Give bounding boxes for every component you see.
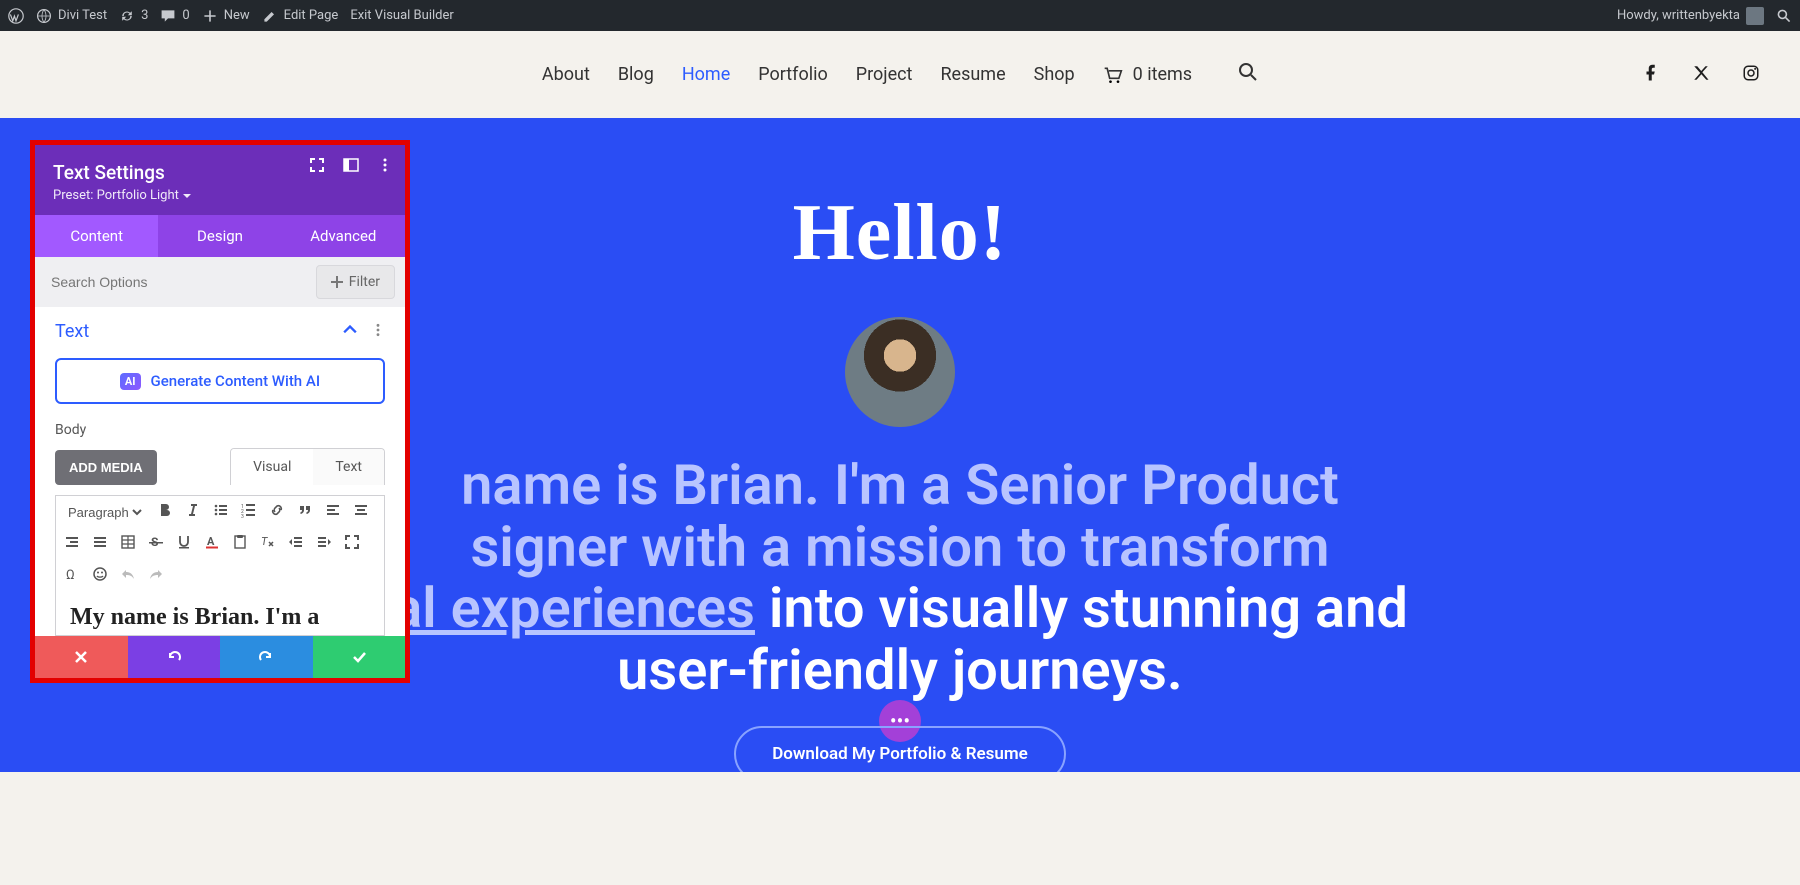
- wp-logo[interactable]: [8, 8, 24, 24]
- intro-underline: al experiences: [392, 575, 755, 641]
- svg-text:3: 3: [241, 514, 244, 518]
- search-row: Filter: [35, 257, 405, 307]
- number-list-icon[interactable]: 123: [241, 502, 257, 522]
- strike-icon[interactable]: S: [148, 534, 164, 554]
- panel-tabs: Content Design Advanced: [35, 215, 405, 257]
- x-twitter-icon[interactable]: [1692, 64, 1710, 86]
- panel-header[interactable]: Text Settings Preset: Portfolio Light: [35, 145, 405, 215]
- undo-button[interactable]: [128, 636, 221, 678]
- editor-toolbar: Paragraph 123 S A T Ω: [55, 495, 385, 592]
- special-char-icon[interactable]: Ω: [64, 566, 80, 586]
- table-icon[interactable]: [120, 534, 136, 554]
- hero-intro-text[interactable]: name is Brian. I'm a Senior Product sign…: [300, 455, 1500, 701]
- caret-down-icon: [183, 192, 191, 200]
- plus-icon: [331, 276, 343, 288]
- site-header: About Blog Home Portfolio Project Resume…: [0, 31, 1800, 118]
- text-settings-panel: Text Settings Preset: Portfolio Light Co…: [30, 140, 410, 683]
- download-cta-button[interactable]: Download My Portfolio & Resume: [734, 726, 1066, 772]
- user-avatar-icon: [1746, 7, 1764, 25]
- collapse-icon[interactable]: [343, 323, 357, 341]
- text-color-icon[interactable]: A: [204, 534, 220, 554]
- wp-admin-bar: Divi Test 3 0 New Edit Page Exit Visual …: [0, 0, 1800, 31]
- edit-page-link[interactable]: Edit Page: [262, 8, 339, 24]
- intro-segment: signer with a mission to transform: [470, 514, 1329, 580]
- tab-advanced[interactable]: Advanced: [282, 215, 405, 257]
- nav-project[interactable]: Project: [856, 64, 913, 85]
- intro-segment: name is Brian. I'm a Senior Product: [461, 452, 1339, 518]
- underline-icon[interactable]: [176, 534, 192, 554]
- tab-content[interactable]: Content: [35, 215, 158, 257]
- svg-text:T: T: [261, 535, 268, 548]
- exit-visual-builder-link[interactable]: Exit Visual Builder: [350, 8, 453, 23]
- comments-indicator[interactable]: 0: [160, 8, 189, 24]
- facebook-icon[interactable]: [1642, 64, 1660, 86]
- filter-label: Filter: [349, 274, 380, 290]
- align-center-icon[interactable]: [353, 502, 369, 522]
- expand-icon[interactable]: [309, 157, 325, 177]
- search-options-input[interactable]: [35, 260, 306, 304]
- undo-icon[interactable]: [120, 566, 136, 586]
- fullscreen-icon[interactable]: [344, 534, 360, 554]
- snap-icon[interactable]: [343, 157, 359, 177]
- nav-home[interactable]: Home: [682, 64, 730, 85]
- paragraph-format-select[interactable]: Paragraph: [64, 504, 145, 521]
- align-justify-icon[interactable]: [92, 534, 108, 554]
- cart-icon: [1103, 66, 1123, 84]
- redo-button[interactable]: [220, 636, 313, 678]
- nav-about[interactable]: About: [542, 64, 590, 85]
- howdy-user[interactable]: Howdy, writtenbyekta: [1617, 7, 1764, 25]
- nav-resume[interactable]: Resume: [940, 64, 1005, 85]
- svg-text:A: A: [207, 535, 215, 548]
- primary-nav: About Blog Home Portfolio Project Resume…: [542, 62, 1258, 87]
- hero-greeting: Hello!: [793, 188, 1008, 279]
- outdent-icon[interactable]: [288, 534, 304, 554]
- italic-icon[interactable]: [185, 502, 201, 522]
- panel-footer: [35, 636, 405, 678]
- redo-icon[interactable]: [148, 566, 164, 586]
- emoji-icon[interactable]: [92, 566, 108, 586]
- kebab-menu-icon[interactable]: [377, 157, 393, 177]
- save-button[interactable]: [313, 636, 406, 678]
- bullet-list-icon[interactable]: [213, 502, 229, 522]
- section-title-text[interactable]: Text: [55, 321, 89, 342]
- mode-tab-visual[interactable]: Visual: [231, 449, 313, 485]
- indent-icon[interactable]: [316, 534, 332, 554]
- editor-content[interactable]: My name is Brian. I'm a: [55, 592, 385, 636]
- tab-design[interactable]: Design: [158, 215, 281, 257]
- nav-shop[interactable]: Shop: [1034, 64, 1075, 85]
- panel-preset[interactable]: Preset: Portfolio Light: [53, 188, 387, 203]
- nav-cart[interactable]: 0 items: [1103, 64, 1192, 85]
- instagram-icon[interactable]: [1742, 64, 1760, 86]
- profile-avatar: [845, 317, 955, 427]
- generate-ai-button[interactable]: AI Generate Content With AI: [55, 358, 385, 404]
- quote-icon[interactable]: [297, 502, 313, 522]
- paste-icon[interactable]: [232, 534, 248, 554]
- align-right-icon[interactable]: [64, 534, 80, 554]
- mode-tab-text[interactable]: Text: [313, 449, 384, 485]
- align-left-icon[interactable]: [325, 502, 341, 522]
- ai-badge-icon: AI: [120, 373, 141, 390]
- new-button[interactable]: New: [202, 8, 250, 24]
- cancel-button[interactable]: [35, 636, 128, 678]
- sync-indicator[interactable]: 3: [119, 8, 148, 24]
- admin-search-icon[interactable]: [1776, 8, 1792, 24]
- nav-blog[interactable]: Blog: [618, 64, 654, 85]
- site-name[interactable]: Divi Test: [36, 8, 107, 24]
- bold-icon[interactable]: [157, 502, 173, 522]
- filter-button[interactable]: Filter: [316, 265, 395, 299]
- cart-count-label: 0 items: [1133, 64, 1192, 85]
- section-kebab-icon[interactable]: [371, 323, 385, 341]
- nav-search-icon[interactable]: [1238, 62, 1258, 87]
- link-icon[interactable]: [269, 502, 285, 522]
- ai-button-label: Generate Content With AI: [151, 372, 321, 390]
- svg-text:Ω: Ω: [66, 568, 75, 582]
- clear-format-icon[interactable]: T: [260, 534, 276, 554]
- body-label: Body: [55, 422, 385, 438]
- add-media-button[interactable]: ADD MEDIA: [55, 450, 157, 485]
- nav-portfolio[interactable]: Portfolio: [758, 64, 827, 85]
